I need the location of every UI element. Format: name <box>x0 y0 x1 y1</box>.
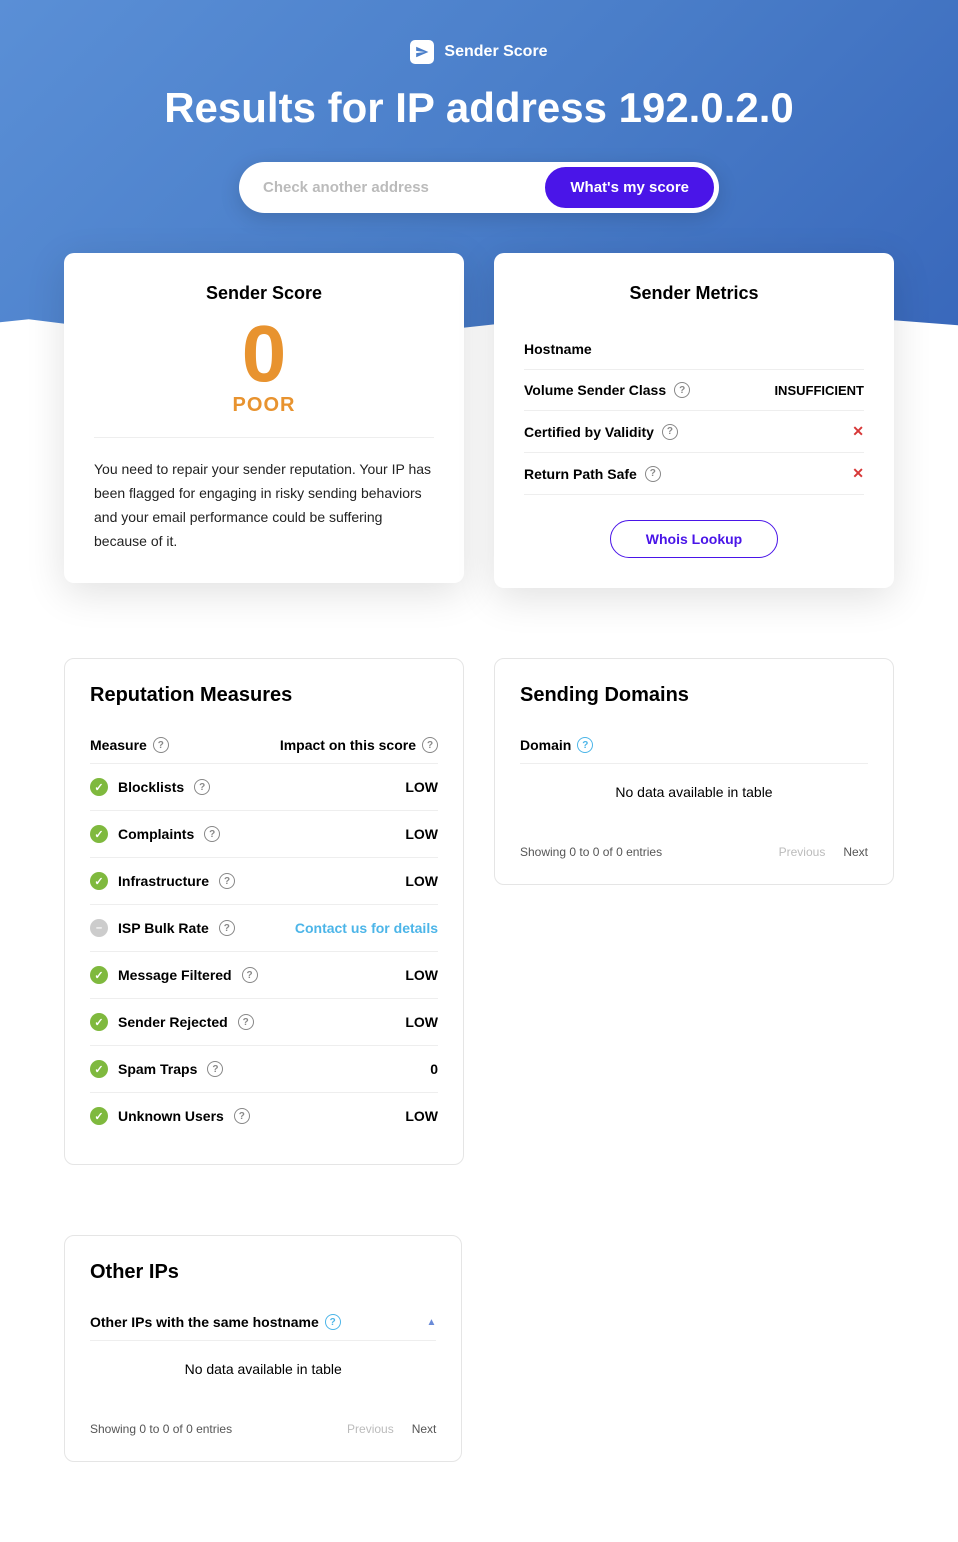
domains-card: Sending Domains Domain ? No data availab… <box>494 658 894 885</box>
col-domain: Domain <box>520 737 571 753</box>
help-icon[interactable]: ? <box>204 826 220 842</box>
measure-value: 0 <box>430 1061 438 1077</box>
domains-empty: No data available in table <box>520 764 868 820</box>
measure-value: LOW <box>405 1108 438 1124</box>
sort-asc-icon: ▲ <box>426 1317 436 1328</box>
check-icon: ✓ <box>90 966 108 984</box>
metric-label: Hostname <box>524 341 592 357</box>
score-description: You need to repair your sender reputatio… <box>94 458 434 553</box>
check-icon: ✓ <box>90 1013 108 1031</box>
reputation-header: Measure ? Impact on this score ? <box>90 727 438 764</box>
help-icon[interactable]: ? <box>207 1061 223 1077</box>
check-icon: ✓ <box>90 825 108 843</box>
metric-label: Return Path Safe <box>524 466 637 482</box>
metrics-title: Sender Metrics <box>524 283 864 304</box>
search-input[interactable] <box>243 167 544 208</box>
help-icon[interactable]: ? <box>194 779 210 795</box>
measure-value: LOW <box>405 967 438 983</box>
domains-title: Sending Domains <box>520 684 868 707</box>
measure-row: ✓ Unknown Users? LOW <box>90 1093 438 1139</box>
measure-name: Infrastructure <box>118 873 209 889</box>
help-icon[interactable]: ? <box>645 466 661 482</box>
help-icon[interactable]: ? <box>242 967 258 983</box>
measure-name: Sender Rejected <box>118 1014 228 1030</box>
whois-button[interactable]: Whois Lookup <box>610 520 778 558</box>
next-button[interactable]: Next <box>412 1422 437 1436</box>
measure-value: LOW <box>405 1014 438 1030</box>
measure-row: ✓ Infrastructure? LOW <box>90 858 438 905</box>
help-icon[interactable]: ? <box>577 737 593 753</box>
help-icon[interactable]: ? <box>153 737 169 753</box>
domains-footer: Showing 0 to 0 of 0 entries Previous Nex… <box>520 845 868 859</box>
dash-icon: – <box>90 919 108 937</box>
col-impact: Impact on this score <box>280 737 416 753</box>
check-icon: ✓ <box>90 872 108 890</box>
score-title: Sender Score <box>94 283 434 304</box>
metric-volume: Volume Sender Class ? INSUFFICIENT <box>524 370 864 411</box>
next-button[interactable]: Next <box>843 845 868 859</box>
measure-value[interactable]: Contact us for details <box>295 920 438 936</box>
measure-row: ✓ Sender Rejected? LOW <box>90 999 438 1046</box>
help-icon[interactable]: ? <box>238 1014 254 1030</box>
measure-value: LOW <box>405 873 438 889</box>
prev-button[interactable]: Previous <box>779 845 826 859</box>
help-icon[interactable]: ? <box>422 737 438 753</box>
measure-row: ✓ Complaints? LOW <box>90 811 438 858</box>
prev-button[interactable]: Previous <box>347 1422 394 1436</box>
other-ips-title: Other IPs <box>90 1261 436 1284</box>
measure-row: ✓ Blocklists? LOW <box>90 764 438 811</box>
metric-value: INSUFFICIENT <box>774 383 864 398</box>
score-value: 0 <box>94 314 434 394</box>
domains-header[interactable]: Domain ? <box>520 727 868 764</box>
brand-text: Sender Score <box>444 43 547 61</box>
help-icon[interactable]: ? <box>219 873 235 889</box>
measure-value: LOW <box>405 826 438 842</box>
help-icon[interactable]: ? <box>234 1108 250 1124</box>
help-icon[interactable]: ? <box>219 920 235 936</box>
other-ips-card: Other IPs Other IPs with the same hostna… <box>64 1235 462 1462</box>
reputation-title: Reputation Measures <box>90 684 438 707</box>
x-icon: ✕ <box>852 423 864 440</box>
page-title: Results for IP address 192.0.2.0 <box>20 84 938 132</box>
x-icon: ✕ <box>852 465 864 482</box>
check-icon: ✓ <box>90 1107 108 1125</box>
col-other-ips: Other IPs with the same hostname <box>90 1314 319 1330</box>
measure-value: LOW <box>405 779 438 795</box>
check-icon: ✓ <box>90 778 108 796</box>
metric-label: Certified by Validity <box>524 424 654 440</box>
metrics-card: Sender Metrics Hostname Volume Sender Cl… <box>494 253 894 588</box>
other-ips-footer: Showing 0 to 0 of 0 entries Previous Nex… <box>90 1422 436 1436</box>
brand-row: Sender Score <box>20 40 938 64</box>
other-ips-header[interactable]: Other IPs with the same hostname ? ▲ <box>90 1304 436 1341</box>
measure-row: ✓ Spam Traps? 0 <box>90 1046 438 1093</box>
metric-hostname: Hostname <box>524 329 864 370</box>
metric-label: Volume Sender Class <box>524 382 666 398</box>
measure-row: ✓ Message Filtered? LOW <box>90 952 438 999</box>
score-card: Sender Score 0 POOR You need to repair y… <box>64 253 464 583</box>
measure-name: Unknown Users <box>118 1108 224 1124</box>
other-ips-count: Showing 0 to 0 of 0 entries <box>90 1422 232 1436</box>
metric-certified: Certified by Validity ? ✕ <box>524 411 864 453</box>
help-icon[interactable]: ? <box>662 424 678 440</box>
measure-name: Spam Traps <box>118 1061 197 1077</box>
search-button[interactable]: What's my score <box>544 166 715 209</box>
help-icon[interactable]: ? <box>325 1314 341 1330</box>
col-measure: Measure <box>90 737 147 753</box>
score-label: POOR <box>94 394 434 417</box>
measure-name: ISP Bulk Rate <box>118 920 209 936</box>
measure-name: Message Filtered <box>118 967 232 983</box>
check-icon: ✓ <box>90 1060 108 1078</box>
measure-name: Complaints <box>118 826 194 842</box>
reputation-card: Reputation Measures Measure ? Impact on … <box>64 658 464 1165</box>
other-ips-empty: No data available in table <box>90 1341 436 1397</box>
measure-row: –ISP Bulk Rate? Contact us for details <box>90 905 438 952</box>
divider <box>94 437 434 438</box>
help-icon[interactable]: ? <box>674 382 690 398</box>
search-bar: What's my score <box>239 162 719 213</box>
measure-name: Blocklists <box>118 779 184 795</box>
brand-icon <box>410 40 434 64</box>
metric-rpsafe: Return Path Safe ? ✕ <box>524 453 864 495</box>
domains-count: Showing 0 to 0 of 0 entries <box>520 845 662 859</box>
